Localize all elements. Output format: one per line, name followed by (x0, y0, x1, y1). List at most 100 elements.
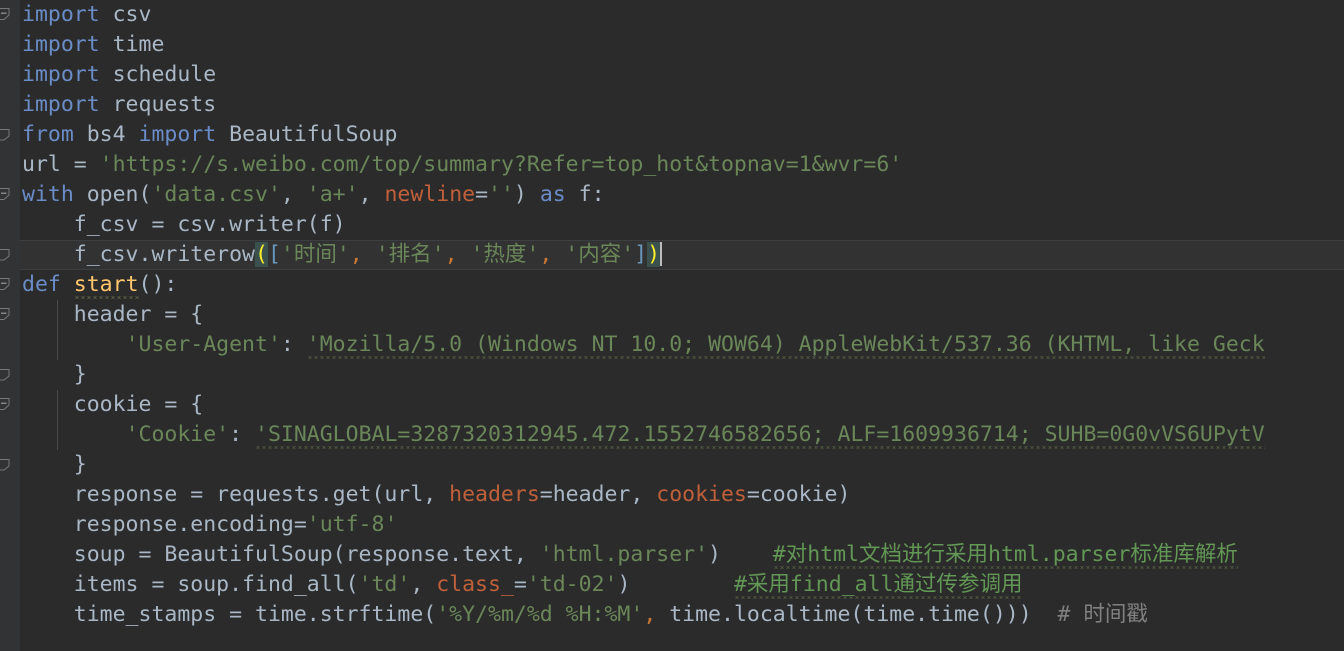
code-token: time (99, 32, 165, 57)
code-token: 'Mozilla/5.0 (Windows NT 10.0; WOW64) Ap… (306, 332, 1265, 360)
code-line[interactable]: import schedule (0, 60, 1344, 90)
code-line[interactable]: import requests (0, 90, 1344, 120)
code-line[interactable]: 'User-Agent': 'Mozilla/5.0 (Windows NT 1… (0, 330, 1344, 360)
code-token: 'a+' (306, 182, 359, 207)
code-line[interactable]: 'Cookie': 'SINAGLOBAL=3287320312945.472.… (0, 420, 1344, 450)
code-token: cookies (656, 482, 747, 507)
fold-block-end-icon[interactable] (0, 126, 13, 143)
code-token: ) (617, 572, 734, 597)
code-token: open( (73, 182, 152, 207)
code-line[interactable]: items = soup.find_all('td', class_='td-0… (0, 570, 1344, 600)
code-line-text: 'User-Agent': 'Mozilla/5.0 (Windows NT 1… (0, 330, 1265, 360)
code-token: '时间' (280, 242, 350, 267)
code-token: , (643, 602, 670, 627)
fold-collapse-icon[interactable] (0, 186, 13, 203)
code-token: requests (99, 92, 217, 117)
code-token: 'Cookie' (125, 422, 230, 447)
code-line[interactable]: cookie = { (0, 390, 1344, 420)
code-token: response.encoding= (22, 512, 307, 537)
code-line[interactable]: soup = BeautifulSoup(response.text, 'htm… (0, 540, 1344, 570)
indent-guide (57, 300, 58, 360)
code-token: time_stamps = time.strftime( (22, 602, 437, 627)
code-token: '排名' (375, 242, 445, 267)
code-line[interactable]: f_csv.writerow(['时间', '排名', '热度', '内容']) (0, 240, 1344, 270)
code-token: cookie = { (22, 392, 204, 417)
code-token: ] (634, 242, 648, 267)
code-token: f: (565, 182, 605, 207)
code-token: BeautifulSoup (216, 122, 398, 147)
code-line[interactable]: response.encoding='utf-8' (0, 510, 1344, 540)
code-line[interactable]: header = { (0, 300, 1344, 330)
code-token: } (22, 452, 87, 477)
code-line-text: import schedule (0, 60, 216, 90)
fold-collapse-icon[interactable] (0, 396, 13, 413)
code-token: class_ (436, 572, 514, 597)
code-line[interactable]: def start(): (0, 270, 1344, 300)
code-line[interactable]: with open('data.csv', 'a+', newline='') … (0, 180, 1344, 210)
code-editor[interactable]: import csv import time import schedule impo… (0, 0, 1344, 651)
code-token: as (539, 182, 566, 207)
code-token: import (138, 122, 217, 147)
code-token: 'html.parser' (539, 542, 709, 567)
code-token: 'data.csv' (151, 182, 281, 207)
code-token: import (22, 2, 100, 27)
fold-collapse-icon[interactable] (0, 276, 13, 293)
code-line-text: header = { (0, 300, 203, 330)
editor-gutter[interactable] (0, 0, 19, 651)
code-token: from (22, 122, 74, 147)
code-surface[interactable]: import csv import time import schedule impo… (0, 0, 1344, 651)
fold-block-end-icon[interactable] (0, 366, 13, 383)
code-line-text: with open('data.csv', 'a+', newline='') … (0, 180, 605, 210)
code-token: import (22, 92, 100, 117)
code-token: : (229, 422, 256, 447)
code-token: def (22, 272, 61, 297)
fold-collapse-icon[interactable] (0, 306, 13, 323)
code-line-text: soup = BeautifulSoup(response.text, 'htm… (0, 540, 1238, 570)
code-token: with (22, 182, 74, 207)
gutter-separator (19, 0, 20, 651)
code-token: 'SINAGLOBAL=3287320312945.472.1552746582… (255, 422, 1265, 450)
code-line[interactable]: time_stamps = time.strftime('%Y/%m/%d %H… (0, 600, 1344, 630)
code-line-text: response = requests.get(url, headers=hea… (0, 480, 851, 510)
code-line[interactable]: response = requests.get(url, headers=hea… (0, 480, 1344, 510)
fold-block-end-icon[interactable] (0, 246, 13, 263)
text-caret (660, 242, 663, 266)
code-line-text: import requests (0, 90, 216, 120)
code-token: header = { (22, 302, 204, 327)
code-token: =header, (539, 482, 657, 507)
code-token: [ (267, 242, 281, 267)
code-token: } (22, 362, 87, 387)
code-line[interactable]: import time (0, 30, 1344, 60)
code-token: , (280, 182, 307, 207)
code-line[interactable]: from bs4 import BeautifulSoup (0, 120, 1344, 150)
code-token: f_csv = csv.writer(f) (22, 212, 346, 237)
code-line-text: 'Cookie': 'SINAGLOBAL=3287320312945.472.… (0, 420, 1265, 450)
code-line[interactable]: url = 'https://s.weibo.com/top/summary?R… (0, 150, 1344, 180)
code-token: f_csv.writerow (22, 242, 255, 267)
code-token: ( (255, 242, 268, 267)
code-token: response = requests.get(url, (22, 482, 450, 507)
code-token: 'td-02' (526, 572, 618, 597)
fold-collapse-icon[interactable] (0, 6, 13, 23)
code-token: #对html文档进行采用html.parser标准库解析 (772, 542, 1238, 570)
code-line-text: f_csv.writerow(['时间', '排名', '热度', '内容']) (0, 240, 663, 270)
code-line[interactable]: } (0, 360, 1344, 390)
code-line[interactable]: } (0, 450, 1344, 480)
code-token: ) (513, 182, 540, 207)
fold-block-end-icon[interactable] (0, 456, 13, 473)
code-token: , (444, 242, 471, 267)
code-line-text: time_stamps = time.strftime('%Y/%m/%d %H… (0, 600, 1148, 630)
code-token: = (475, 182, 489, 207)
code-line-text: import time (0, 30, 164, 60)
code-token: , (349, 242, 376, 267)
code-token: url = (22, 152, 100, 177)
code-line[interactable]: f_csv = csv.writer(f) (0, 210, 1344, 240)
code-token: time.localtime(time.time())) (669, 602, 1058, 627)
code-line-text: def start(): (0, 270, 177, 300)
code-token: '%Y/%m/%d %H:%M' (436, 602, 644, 627)
code-line-text: from bs4 import BeautifulSoup (0, 120, 397, 150)
code-token: , (539, 242, 566, 267)
code-token: # 时间戳 (1057, 602, 1148, 627)
code-line[interactable]: import csv (0, 0, 1344, 30)
